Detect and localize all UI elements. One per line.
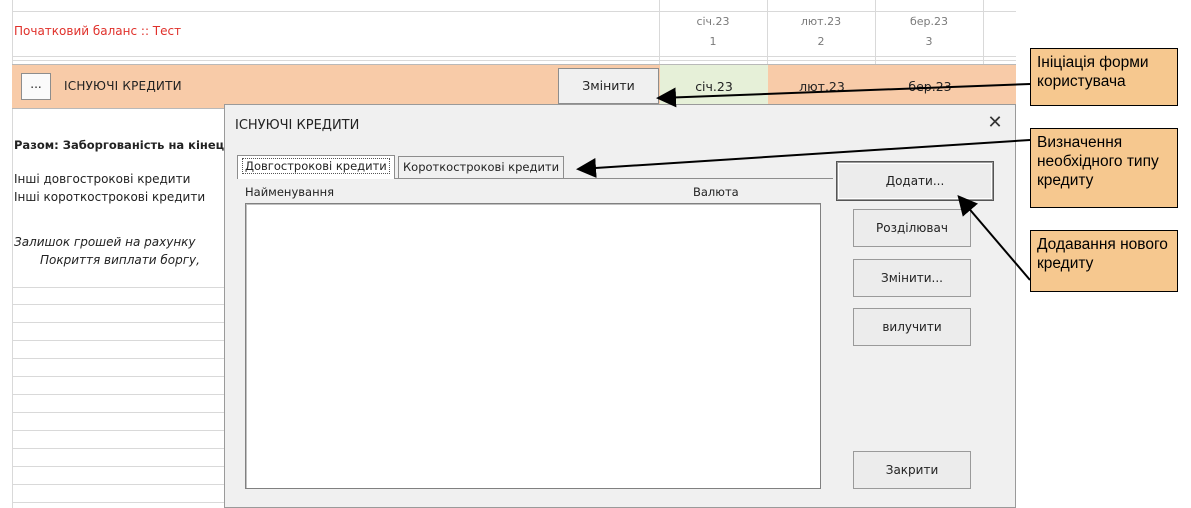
existing-credits-dialog: ІСНУЮЧІ КРЕДИТИ ✕ Довгострокові кредити … (224, 104, 1016, 508)
tab-label: Короткострокові кредити (403, 160, 560, 174)
change-button[interactable]: Змінити (558, 68, 659, 104)
grid-line (12, 60, 1016, 61)
section-month: січ.23 (660, 65, 768, 108)
tab-short-term-credits[interactable]: Короткострокові кредити (398, 156, 565, 178)
grid-line (767, 0, 768, 64)
callout-add-credit: Додавання нового кредиту (1030, 230, 1178, 292)
close-dialog-button[interactable]: Закрити (853, 451, 971, 489)
tab-label: Довгострокові кредити (242, 158, 390, 174)
row-total-debt: Разом: Заборгованість на кінец (14, 138, 225, 152)
row-debt-coverage: Покриття виплати боргу, (40, 253, 200, 267)
row-other-short-term: Інші короткострокові кредити (14, 190, 206, 204)
close-icon[interactable]: ✕ (983, 111, 1007, 135)
tab-long-term-credits[interactable]: Довгострокові кредити (237, 155, 395, 179)
header-month-number: 2 (817, 35, 825, 48)
grid-line (659, 0, 660, 64)
section-heading: ІСНУЮЧІ КРЕДИТИ (64, 79, 182, 93)
header-month-number: 3 (925, 35, 933, 48)
row-cash-balance: Залишок грошей на рахунку (14, 235, 196, 249)
dialog-title: ІСНУЮЧІ КРЕДИТИ (235, 118, 360, 133)
grid-line (983, 0, 984, 64)
section-month: бер.23 (908, 79, 952, 94)
section-month: лют.23 (799, 79, 845, 94)
grid-line (12, 56, 1016, 57)
header-month-label: бер.23 (909, 15, 949, 28)
header-month-number: 1 (709, 35, 717, 48)
column-header-currency: Валюта (693, 185, 739, 199)
header-month-label: лют.23 (800, 15, 842, 28)
callout-form-initiation: Ініціація форми користувача (1030, 48, 1178, 106)
column-header-name: Найменування (245, 185, 335, 199)
header-month-label: січ.23 (696, 15, 730, 28)
credits-list[interactable] (245, 203, 821, 489)
grid-line (12, 11, 1016, 12)
row-other-long-term: Інші довгострокові кредити (14, 172, 191, 186)
add-button[interactable]: Додати... (837, 162, 993, 200)
sheet-title: Початковий баланс :: Тест (14, 24, 182, 38)
delete-button[interactable]: вилучити (853, 308, 971, 346)
edit-button[interactable]: Змінити... (853, 259, 971, 297)
callout-credit-type: Визначення необхідного типу кредиту (1030, 128, 1178, 208)
grid-line (875, 0, 876, 64)
more-button[interactable]: ... (21, 73, 51, 100)
separator-button[interactable]: Розділювач (853, 209, 971, 247)
